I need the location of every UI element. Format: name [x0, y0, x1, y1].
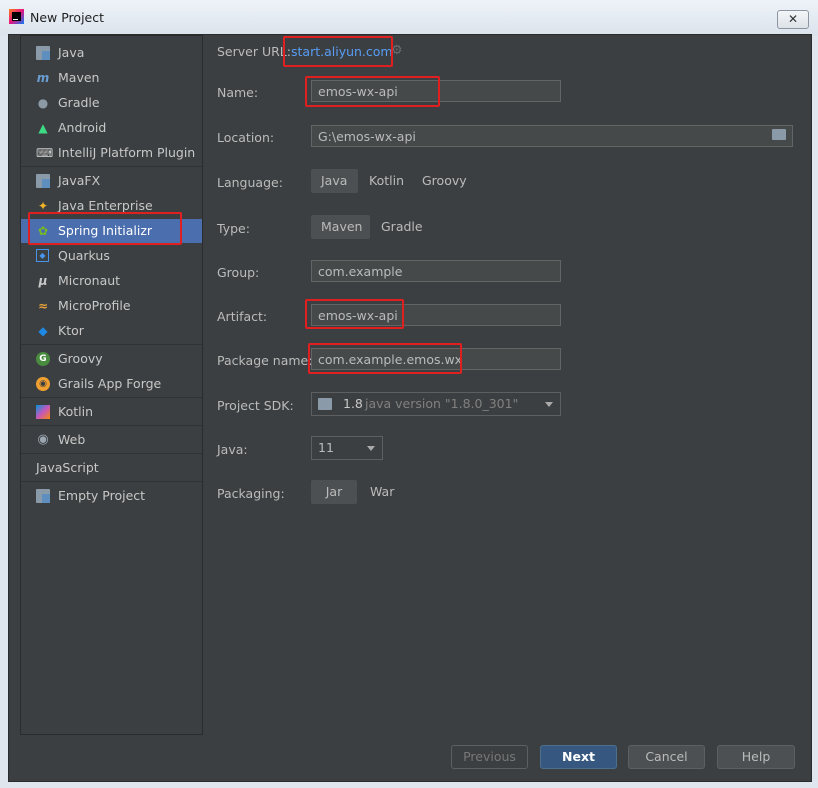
annotation-highlight-box: [305, 76, 440, 107]
ktor-icon: ◆: [38, 324, 48, 338]
location-label: Location:: [217, 130, 275, 145]
packaging-option-war[interactable]: War: [360, 480, 404, 504]
android-icon: ▲: [38, 121, 48, 135]
location-input[interactable]: G:\emos-wx-api: [311, 125, 793, 147]
java-version-label: Java:: [217, 442, 248, 457]
sidebar-item-label: Empty Project: [58, 488, 146, 503]
sidebar-item-ktor[interactable]: ◆ Ktor: [21, 319, 202, 343]
folder-icon: [36, 489, 50, 503]
next-button[interactable]: Next: [540, 745, 617, 769]
sidebar-item-label: Android: [58, 120, 107, 135]
help-button[interactable]: Help: [717, 745, 795, 769]
chevron-down-icon: [545, 402, 553, 407]
folder-icon: [36, 174, 50, 188]
sidebar-item-micronaut[interactable]: μ Micronaut: [21, 269, 202, 293]
project-sdk-select[interactable]: 1.8 java version "1.8.0_301": [311, 392, 561, 416]
sidebar-item-intellij-plugin[interactable]: ⌨ IntelliJ Platform Plugin: [21, 141, 202, 165]
sidebar-divider: [21, 425, 202, 426]
chevron-down-icon: [367, 446, 375, 451]
server-url-label: Server URL:: [217, 44, 291, 59]
sidebar-item-label: Ktor: [58, 323, 84, 338]
java-version-select[interactable]: 11: [311, 436, 383, 460]
annotation-highlight-box: [308, 343, 462, 374]
java-enterprise-icon: ✦: [37, 199, 49, 213]
java-version-value: 11: [318, 440, 334, 455]
language-option-kotlin[interactable]: Kotlin: [359, 169, 414, 193]
microprofile-icon: ≈: [37, 299, 49, 313]
artifact-label: Artifact:: [217, 309, 268, 324]
cancel-button[interactable]: Cancel: [628, 745, 705, 769]
sidebar-item-empty-project[interactable]: Empty Project: [21, 484, 202, 508]
sidebar-item-gradle[interactable]: ● Gradle: [21, 91, 202, 115]
sidebar-item-quarkus[interactable]: ◆ Quarkus: [21, 244, 202, 268]
annotation-highlight-box: [283, 36, 393, 67]
sidebar-item-label: Micronaut: [58, 273, 121, 288]
sidebar-divider: [21, 453, 202, 454]
globe-icon: ◉: [37, 432, 49, 447]
window-title: New Project: [30, 10, 105, 25]
type-label: Type:: [217, 221, 250, 236]
window-titlebar: New Project ✕: [0, 0, 818, 36]
sidebar-item-microprofile[interactable]: ≈ MicroProfile: [21, 294, 202, 318]
sidebar-item-groovy[interactable]: G Groovy: [21, 347, 202, 371]
project-type-list: Java m Maven ● Gradle ▲ Android ⌨ Intell…: [20, 35, 203, 735]
sidebar-item-label: Web: [58, 432, 86, 447]
type-option-maven[interactable]: Maven: [311, 215, 370, 239]
group-input[interactable]: com.example: [311, 260, 561, 282]
sdk-detail: java version "1.8.0_301": [365, 396, 519, 411]
plugin-icon: ⌨: [36, 146, 54, 160]
sidebar-item-maven[interactable]: m Maven: [21, 66, 202, 90]
sidebar-item-java[interactable]: Java: [21, 41, 202, 65]
micronaut-icon: μ: [38, 274, 48, 288]
sidebar-divider: [21, 166, 202, 167]
annotation-highlight-box: [305, 299, 404, 329]
sidebar-item-label: Quarkus: [58, 248, 110, 263]
annotation-highlight-box: [28, 212, 182, 245]
sidebar-item-android[interactable]: ▲ Android: [21, 116, 202, 140]
sidebar-divider: [21, 397, 202, 398]
sdk-version: 1.8: [343, 396, 363, 411]
sidebar-divider: [21, 344, 202, 345]
previous-button[interactable]: Previous: [451, 745, 528, 769]
folder-icon: [36, 46, 50, 60]
kotlin-icon: [36, 405, 50, 419]
language-option-groovy[interactable]: Groovy: [412, 169, 477, 193]
sidebar-item-label: JavaScript: [36, 460, 99, 475]
sidebar-item-label: Kotlin: [58, 404, 93, 419]
sidebar-item-label: Grails App Forge: [58, 376, 162, 391]
language-label: Language:: [217, 175, 283, 190]
project-sdk-label: Project SDK:: [217, 398, 294, 413]
packaging-label: Packaging:: [217, 486, 285, 501]
maven-icon: m: [36, 71, 50, 85]
sidebar-item-label: Groovy: [58, 351, 103, 366]
sidebar-item-label: Maven: [58, 70, 100, 85]
sidebar-item-label: IntelliJ Platform Plugin: [58, 145, 196, 160]
groovy-icon: G: [36, 352, 50, 366]
gradle-elephant-icon: ●: [37, 96, 49, 110]
sdk-folder-icon: [318, 398, 332, 410]
package-name-label: Package name:: [217, 353, 313, 368]
sidebar-item-label: JavaFX: [58, 173, 101, 188]
quarkus-icon: ◆: [36, 249, 49, 262]
sidebar-item-javascript[interactable]: JavaScript: [21, 456, 202, 480]
sidebar-item-grails[interactable]: ◉ Grails App Forge: [21, 372, 202, 396]
packaging-option-jar[interactable]: Jar: [311, 480, 357, 504]
group-label: Group:: [217, 265, 260, 280]
sidebar-item-javafx[interactable]: JavaFX: [21, 169, 202, 193]
sidebar-item-label: Gradle: [58, 95, 100, 110]
close-window-button[interactable]: ✕: [777, 10, 809, 29]
language-option-java[interactable]: Java: [311, 169, 358, 193]
sidebar-item-label: MicroProfile: [58, 298, 131, 313]
sidebar-divider: [21, 481, 202, 482]
type-option-gradle[interactable]: Gradle: [371, 215, 433, 239]
name-label: Name:: [217, 85, 259, 100]
intellij-app-icon: [9, 9, 24, 24]
browse-folder-icon[interactable]: [772, 129, 786, 140]
grails-icon: ◉: [36, 377, 50, 391]
sidebar-item-web[interactable]: ◉ Web: [21, 428, 202, 452]
sidebar-item-kotlin[interactable]: Kotlin: [21, 400, 202, 424]
sidebar-item-label: Java: [58, 45, 85, 60]
